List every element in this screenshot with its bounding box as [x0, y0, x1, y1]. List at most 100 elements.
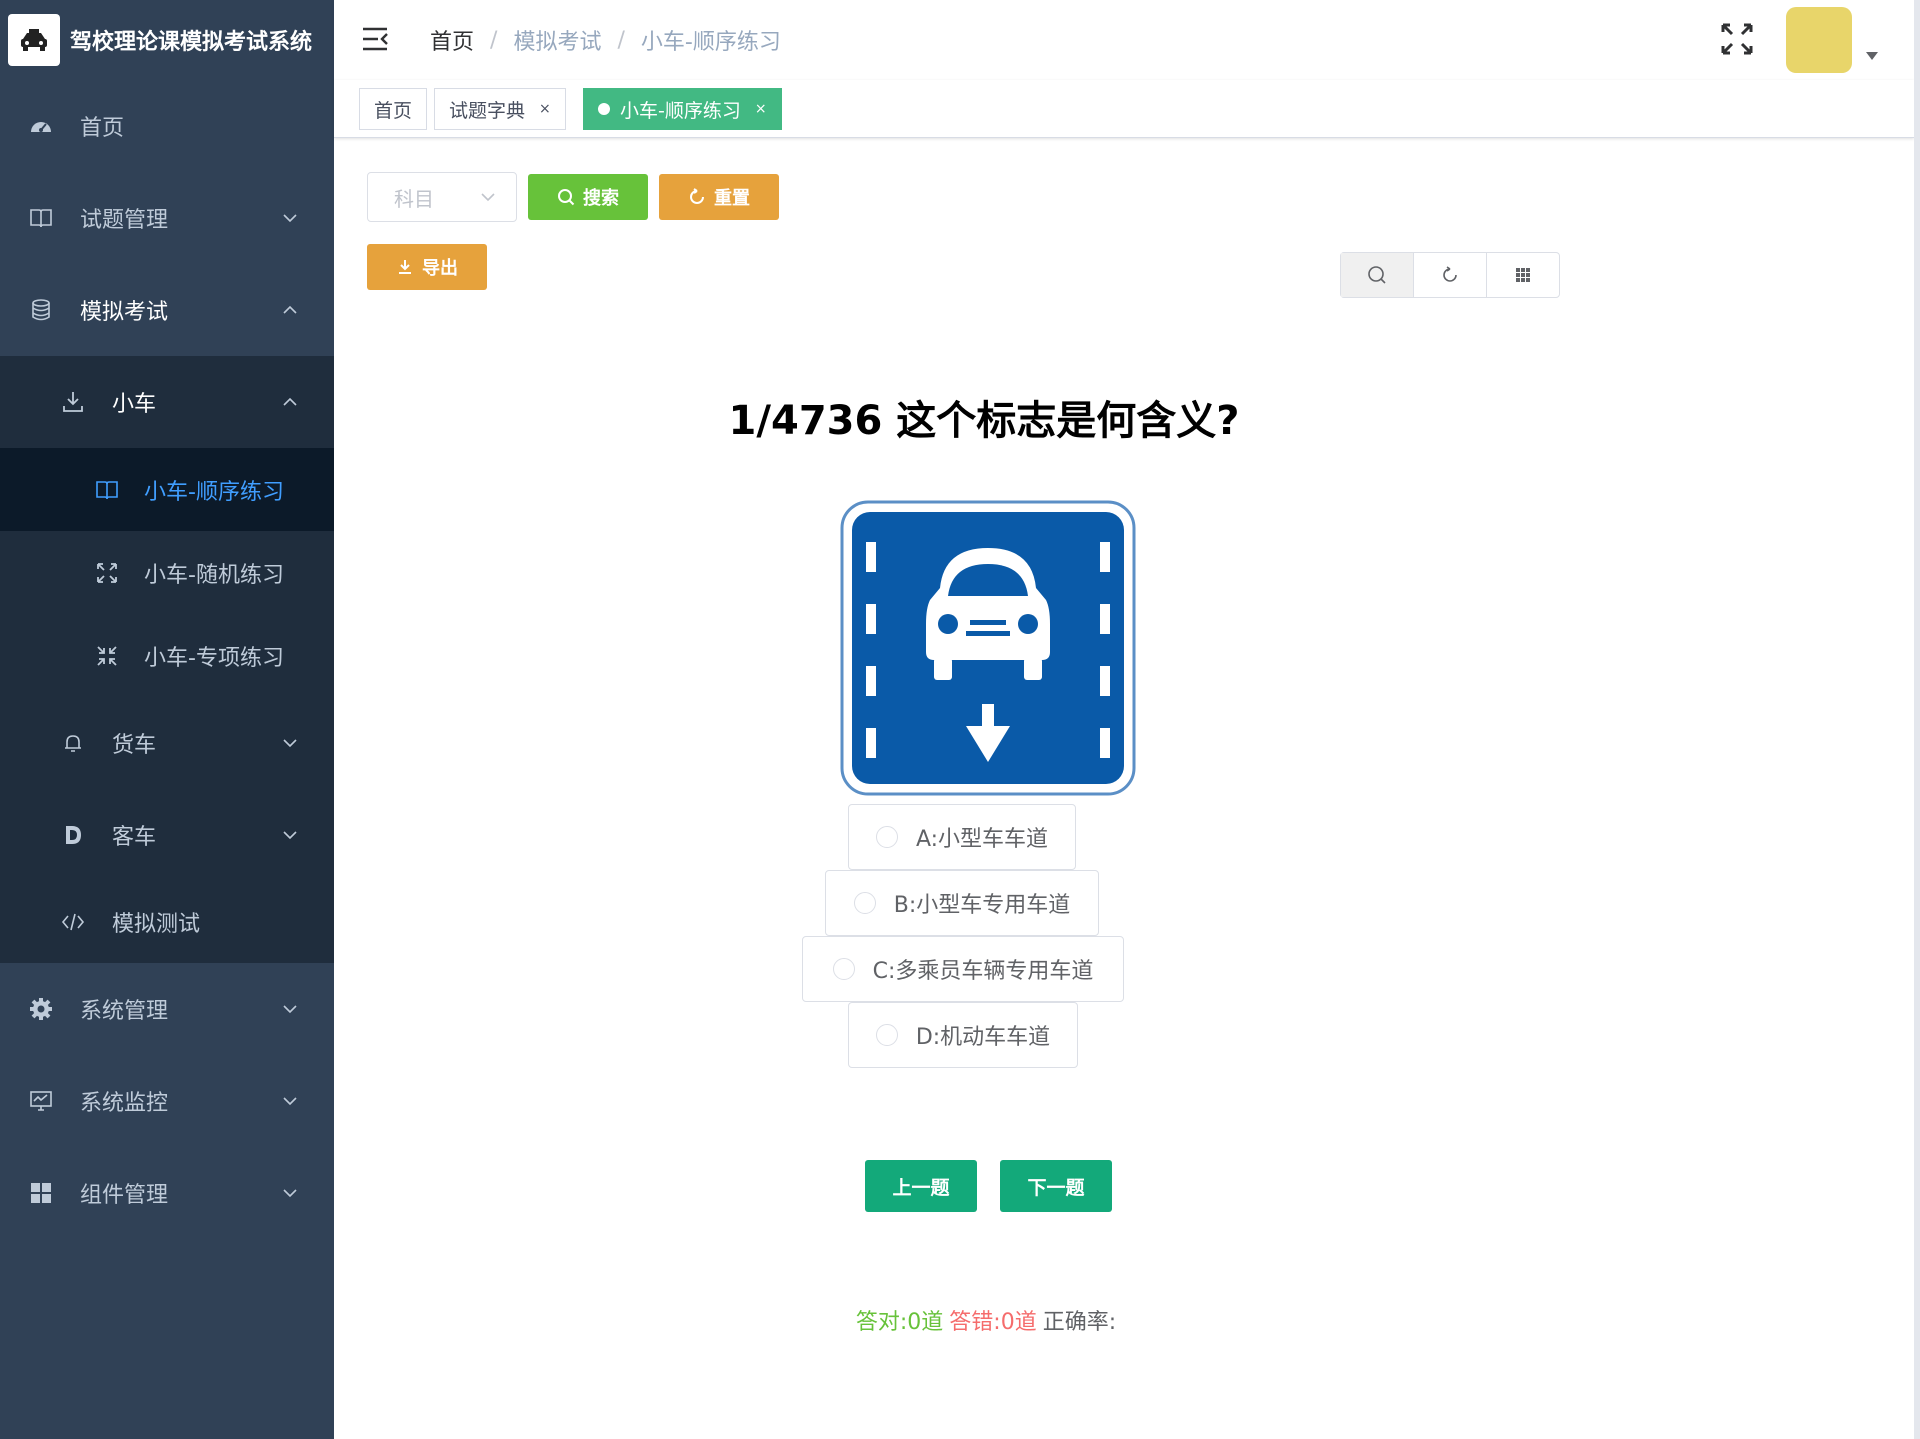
refresh-icon	[1443, 266, 1457, 282]
prev-question-button[interactable]: 上一题	[865, 1160, 977, 1212]
sidebar-item-system-mgmt[interactable]: 系统管理	[0, 963, 334, 1055]
close-icon[interactable]: ×	[755, 101, 767, 117]
answer-option-label: B:小型车专用车道	[893, 893, 1071, 918]
refresh-icon	[690, 188, 704, 204]
compress-icon	[94, 643, 120, 669]
sidebar-logo[interactable]: 驾校理论课模拟考试系统	[0, 0, 334, 80]
sidebar-item-mock-test[interactable]: 模拟测试	[0, 881, 334, 963]
code-icon	[60, 909, 86, 935]
sidebar-item-label: 系统监控	[80, 1091, 169, 1116]
avatar[interactable]	[1786, 7, 1852, 73]
sidebar-item-system-monitor[interactable]: 系统监控	[0, 1055, 334, 1147]
toggle-search-button[interactable]	[1341, 253, 1414, 297]
bell-icon	[60, 730, 86, 756]
tag-home[interactable]: 首页	[359, 88, 428, 130]
score-stats: 答对:0道 答错:0道 正确率:	[334, 1304, 1638, 1336]
tags-view: 首页 试题字典 × 小车-顺序练习 ×	[334, 80, 1914, 138]
sidebar-item-label: 系统管理	[80, 999, 169, 1024]
hamburger-fold-icon[interactable]	[360, 24, 390, 54]
sidebar-item-truck[interactable]: 货车	[0, 697, 334, 789]
tag-small-car-sequential[interactable]: 小车-顺序练习 ×	[583, 88, 782, 130]
navbar: 首页 / 模拟考试 / 小车-顺序练习	[334, 0, 1920, 80]
answer-option-label: A:小型车车道	[915, 827, 1049, 852]
active-dot-icon	[598, 103, 610, 115]
dashboard-icon	[28, 113, 54, 139]
subject-select[interactable]: 科目	[367, 172, 517, 222]
sidebar-item-label: 模拟考试	[80, 300, 169, 325]
sidebar-item-label: 客车	[112, 825, 157, 850]
answer-option-c[interactable]: C:多乘员车辆专用车道	[802, 936, 1124, 1002]
sidebar-item-label: 小车-随机练习	[144, 562, 284, 588]
download-icon	[60, 389, 86, 415]
tag-question-dict[interactable]: 试题字典 ×	[434, 88, 566, 130]
sidebar-item-component-mgmt[interactable]: 组件管理	[0, 1147, 334, 1239]
app-title: 驾校理论课模拟考试系统	[70, 30, 313, 55]
sidebar-item-label: 小车-专项练习	[144, 645, 284, 671]
close-icon[interactable]: ×	[539, 101, 551, 117]
breadcrumb-separator: /	[490, 27, 498, 53]
reset-button-label: 重置	[714, 188, 750, 209]
wrong-count: 答错:0道	[949, 1310, 1037, 1335]
search-icon	[558, 189, 575, 206]
export-button[interactable]: 导出	[367, 244, 487, 290]
breadcrumb-mock-exam[interactable]: 模拟考试	[513, 24, 601, 56]
sidebar-item-small-car[interactable]: 小车	[0, 356, 334, 448]
book-icon	[94, 477, 120, 503]
chevron-down-icon	[283, 831, 297, 840]
accuracy-rate: 正确率:	[1042, 1310, 1117, 1335]
sidebar-item-label: 小车-顺序练习	[144, 479, 284, 505]
next-question-button[interactable]: 下一题	[1000, 1160, 1112, 1212]
export-button-label: 导出	[422, 258, 458, 279]
search-button-label: 搜索	[583, 188, 619, 209]
refresh-button[interactable]	[1414, 253, 1487, 297]
book-icon	[28, 205, 54, 231]
answer-option-d[interactable]: D:机动车车道	[848, 1002, 1078, 1068]
table-toolbar	[1340, 252, 1560, 298]
main-content: 科目 搜索 重置 导出 1/4736 这个标志是何含义? A:小型车车道 B:小…	[334, 138, 1914, 1439]
reset-button[interactable]: 重置	[659, 174, 779, 220]
tag-label: 小车-顺序练习	[620, 99, 741, 122]
sidebar-submenu-mock-exam: 小车 小车-顺序练习 小车-随机练习 小车-专项练习 货车 客车 模拟测试	[0, 356, 334, 963]
radio-icon	[853, 892, 876, 914]
answer-option-a[interactable]: A:小型车车道	[848, 804, 1076, 870]
answer-option-b[interactable]: B:小型车专用车道	[825, 870, 1099, 936]
breadcrumb-separator: /	[617, 27, 625, 53]
sidebar-item-label: 试题管理	[80, 208, 169, 233]
expand-icon	[94, 560, 120, 586]
columns-button[interactable]	[1487, 253, 1559, 297]
breadcrumb-current: 小车-顺序练习	[640, 30, 781, 55]
sidebar-item-label: 首页	[80, 116, 125, 141]
database-icon	[28, 297, 54, 323]
sidebar-item-mock-exam[interactable]: 模拟考试	[0, 264, 334, 356]
sidebar-item-small-car-random[interactable]: 小车-随机练习	[0, 531, 334, 614]
d-letter-icon	[60, 822, 86, 848]
sidebar-item-home[interactable]: 首页	[0, 80, 334, 172]
caret-down-icon[interactable]	[1866, 52, 1878, 60]
gear-icon	[28, 996, 54, 1022]
chevron-down-icon	[283, 1097, 297, 1106]
sidebar-item-question-mgmt[interactable]: 试题管理	[0, 172, 334, 264]
chevron-down-icon	[283, 1189, 297, 1198]
page-scrollbar[interactable]	[1914, 0, 1920, 1439]
tag-label: 试题字典	[449, 99, 526, 122]
radio-icon	[832, 958, 855, 980]
monitor-icon	[28, 1088, 54, 1114]
breadcrumb-home[interactable]: 首页	[430, 24, 474, 56]
radio-icon	[875, 1024, 898, 1046]
search-button[interactable]: 搜索	[528, 174, 648, 220]
correct-count: 答对:0道	[855, 1310, 944, 1335]
sidebar-item-label: 货车	[112, 733, 157, 758]
chevron-down-icon	[481, 193, 495, 202]
sidebar-item-small-car-sequential[interactable]: 小车-顺序练习	[0, 448, 334, 531]
sidebar-item-bus[interactable]: 客车	[0, 789, 334, 881]
question-title: 1/4736 这个标志是何含义?	[728, 398, 1240, 444]
chevron-up-icon	[283, 305, 297, 314]
fullscreen-icon[interactable]	[1720, 22, 1754, 56]
radio-icon	[875, 826, 898, 848]
answer-option-label: D:机动车车道	[915, 1025, 1051, 1050]
grid-icon	[1516, 268, 1530, 282]
sidebar-item-small-car-special[interactable]: 小车-专项练习	[0, 614, 334, 697]
small-vehicle-lane-sign	[840, 500, 1136, 796]
car-icon	[8, 14, 60, 66]
grid-icon	[28, 1180, 54, 1206]
